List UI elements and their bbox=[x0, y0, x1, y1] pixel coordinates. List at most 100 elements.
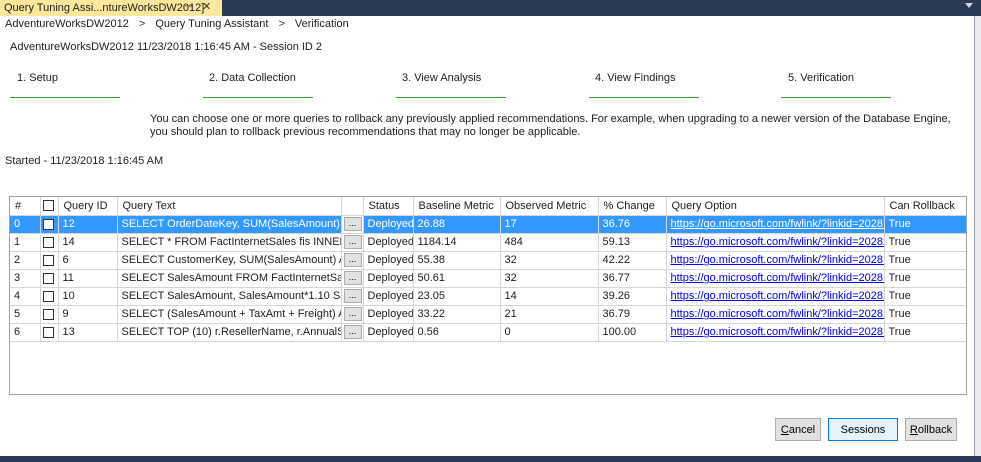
table-row[interactable]: 5 9 SELECT (SalesAmount + TaxAmt + Freig… bbox=[10, 305, 966, 324]
table-row[interactable]: 6 13 SELECT TOP (10) r.ResellerName, r.A… bbox=[10, 323, 966, 342]
query-text: SELECT SalesAmount, SalesAmount*1.10 Sal… bbox=[117, 287, 342, 306]
query-text-details-button[interactable]: ... bbox=[343, 307, 362, 321]
query-option-cell: https://go.microsoft.com/fwlink/?linkid=… bbox=[666, 215, 885, 234]
baseline-metric: 33.22 bbox=[413, 305, 501, 324]
row-checkbox[interactable] bbox=[42, 236, 54, 248]
query-text: SELECT SalesAmount FROM FactInternetSale… bbox=[117, 269, 342, 288]
query-option-link[interactable]: https://go.microsoft.com/fwlink/?linkid=… bbox=[671, 290, 884, 302]
percent-change: 36.77 bbox=[598, 269, 667, 288]
rollback-button[interactable]: Rollback bbox=[905, 418, 957, 441]
query-text-details-button[interactable]: ... bbox=[343, 325, 362, 339]
query-option-link[interactable]: https://go.microsoft.com/fwlink/?linkid=… bbox=[671, 218, 884, 230]
table-row[interactable]: 1 14 SELECT * FROM FactInternetSales fis… bbox=[10, 233, 966, 252]
observed-metric: 32 bbox=[500, 251, 599, 270]
query-text-details-cell: ... bbox=[341, 269, 364, 288]
document-tab[interactable]: Query Tuning Assi...ntureWorksDW2012] ⊸ … bbox=[0, 0, 222, 16]
step-data-collection[interactable]: 2. Data Collection bbox=[209, 72, 296, 84]
table-row[interactable]: 3 11 SELECT SalesAmount FROM FactInterne… bbox=[10, 269, 966, 288]
row-checkbox[interactable] bbox=[42, 254, 54, 266]
verification-description: You can choose one or more queries to ro… bbox=[150, 113, 951, 138]
query-option-link[interactable]: https://go.microsoft.com/fwlink/?linkid=… bbox=[671, 254, 884, 266]
query-option-link[interactable]: https://go.microsoft.com/fwlink/?linkid=… bbox=[671, 326, 884, 338]
step-view-findings[interactable]: 4. View Findings bbox=[595, 72, 676, 84]
column-header-baseline-metric[interactable]: Baseline Metric bbox=[413, 197, 501, 216]
column-header-observed-metric[interactable]: Observed Metric bbox=[500, 197, 599, 216]
cancel-button[interactable]: Cancel bbox=[775, 418, 821, 441]
step-view-analysis[interactable]: 3. View Analysis bbox=[402, 72, 481, 84]
query-text-details-button[interactable]: ... bbox=[343, 217, 362, 231]
query-text-details-cell: ... bbox=[341, 215, 364, 234]
baseline-metric: 0.56 bbox=[413, 323, 501, 342]
cancel-mnemonic: C bbox=[780, 423, 789, 436]
column-header-percent-change[interactable]: % Change bbox=[598, 197, 667, 216]
observed-metric: 17 bbox=[500, 215, 599, 234]
percent-change: 36.79 bbox=[598, 305, 667, 324]
table-row[interactable]: 4 10 SELECT SalesAmount, SalesAmount*1.1… bbox=[10, 287, 966, 306]
query-tuning-assistant-window: AdventureWorksDW2012 > Query Tuning Assi… bbox=[0, 16, 975, 456]
column-header-select-all[interactable] bbox=[40, 197, 59, 216]
query-id: 9 bbox=[58, 305, 118, 324]
query-text-details-button[interactable]: ... bbox=[343, 289, 362, 303]
select-all-checkbox[interactable] bbox=[42, 200, 54, 212]
baseline-metric: 1184.14 bbox=[413, 233, 501, 252]
query-id: 11 bbox=[58, 269, 118, 288]
query-option-link[interactable]: https://go.microsoft.com/fwlink/?linkid=… bbox=[671, 236, 884, 248]
query-text-details-cell: ... bbox=[341, 233, 364, 252]
row-checkbox[interactable] bbox=[42, 290, 54, 302]
document-tab-title: Query Tuning Assi...ntureWorksDW2012] bbox=[4, 2, 205, 14]
query-text-details-button[interactable]: ... bbox=[343, 271, 362, 285]
baseline-metric: 55.38 bbox=[413, 251, 501, 270]
close-icon[interactable]: ✕ bbox=[202, 0, 211, 13]
row-checkbox[interactable] bbox=[42, 218, 54, 230]
baseline-metric: 50.61 bbox=[413, 269, 501, 288]
window-edge-scrollbar bbox=[975, 16, 981, 462]
query-text-details-cell: ... bbox=[341, 305, 364, 324]
row-index: 4 bbox=[10, 287, 41, 306]
column-header-query-id[interactable]: Query ID bbox=[58, 197, 118, 216]
status: Deployed bbox=[363, 323, 414, 342]
breadcrumb-current: Verification bbox=[294, 18, 349, 30]
wizard-steps: 1. Setup 2. Data Collection 3. View Anal… bbox=[0, 72, 975, 102]
status: Deployed bbox=[363, 305, 414, 324]
breadcrumb-database[interactable]: AdventureWorksDW2012 bbox=[5, 18, 129, 30]
rollback-label: ollback bbox=[917, 423, 953, 436]
row-checkbox[interactable] bbox=[42, 326, 54, 338]
row-select-cell bbox=[40, 269, 59, 288]
table-row[interactable]: 0 12 SELECT OrderDateKey, SUM(SalesAmoun… bbox=[10, 215, 966, 234]
query-text: SELECT * FROM FactInternetSales fis INNE… bbox=[117, 233, 342, 252]
step-setup[interactable]: 1. Setup bbox=[17, 72, 58, 84]
query-id: 13 bbox=[58, 323, 118, 342]
pin-icon[interactable]: ⊸ bbox=[184, 1, 192, 12]
step-underline bbox=[396, 97, 506, 98]
query-text: SELECT OrderDateKey, SUM(SalesAmount) AS… bbox=[117, 215, 342, 234]
query-option-cell: https://go.microsoft.com/fwlink/?linkid=… bbox=[666, 269, 885, 288]
query-id: 6 bbox=[58, 251, 118, 270]
column-header-can-rollback[interactable]: Can Rollback bbox=[884, 197, 966, 216]
tab-dropdown-icon[interactable] bbox=[965, 3, 973, 8]
observed-metric: 484 bbox=[500, 233, 599, 252]
query-option-link[interactable]: https://go.microsoft.com/fwlink/?linkid=… bbox=[671, 272, 884, 284]
query-option-link[interactable]: https://go.microsoft.com/fwlink/?linkid=… bbox=[671, 308, 884, 320]
column-header-query-text[interactable]: Query Text bbox=[117, 197, 342, 216]
column-header-query-option[interactable]: Query Option bbox=[666, 197, 885, 216]
percent-change: 42.22 bbox=[598, 251, 667, 270]
query-id: 14 bbox=[58, 233, 118, 252]
can-rollback: True bbox=[884, 287, 966, 306]
table-row[interactable]: 2 6 SELECT CustomerKey, SUM(SalesAmount)… bbox=[10, 251, 966, 270]
status: Deployed bbox=[363, 269, 414, 288]
breadcrumb-assistant[interactable]: Query Tuning Assistant bbox=[155, 18, 268, 30]
column-header-index[interactable]: # bbox=[10, 197, 41, 216]
step-underline bbox=[589, 97, 699, 98]
query-text-details-button[interactable]: ... bbox=[343, 253, 362, 267]
query-text-details-button[interactable]: ... bbox=[343, 235, 362, 249]
status: Deployed bbox=[363, 251, 414, 270]
step-verification[interactable]: 5. Verification bbox=[788, 72, 854, 84]
session-info: AdventureWorksDW2012 11/23/2018 1:16:45 … bbox=[10, 41, 323, 53]
column-header-status[interactable]: Status bbox=[363, 197, 414, 216]
can-rollback: True bbox=[884, 251, 966, 270]
row-checkbox[interactable] bbox=[42, 308, 54, 320]
observed-metric: 21 bbox=[500, 305, 599, 324]
row-checkbox[interactable] bbox=[42, 272, 54, 284]
row-index: 1 bbox=[10, 233, 41, 252]
sessions-button[interactable]: Sessions bbox=[828, 418, 898, 441]
